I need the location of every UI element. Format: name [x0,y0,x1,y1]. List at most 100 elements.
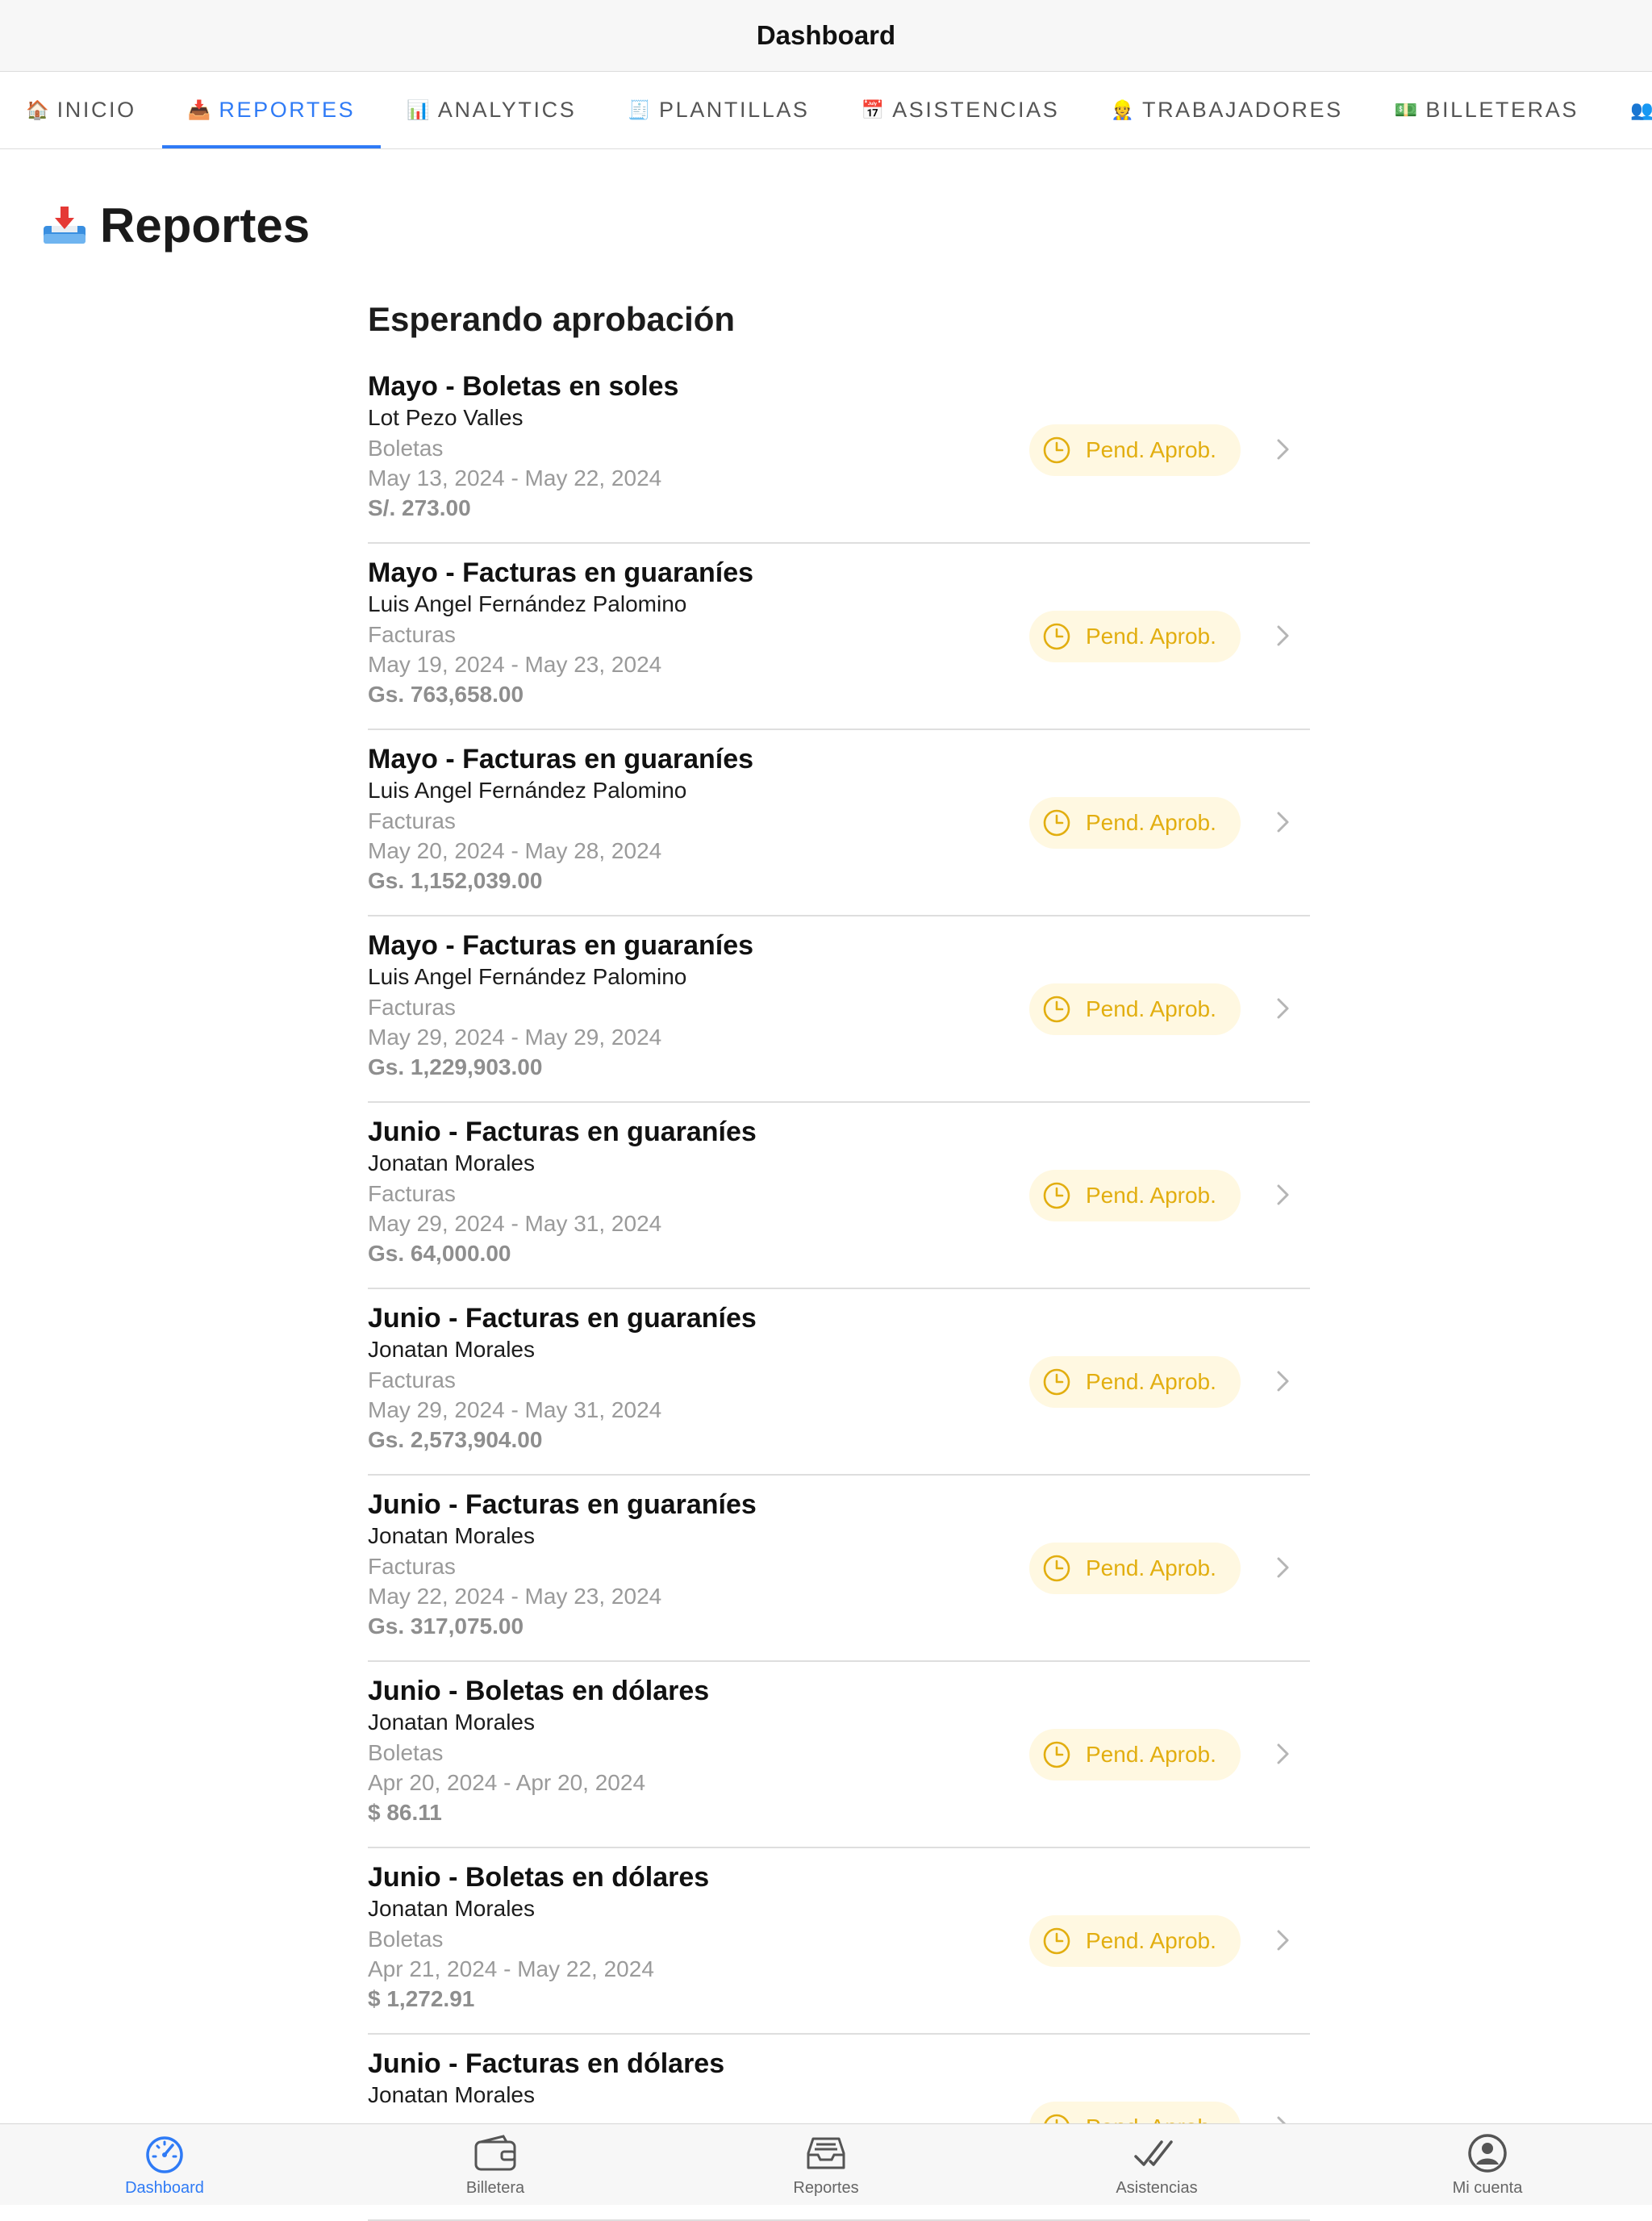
tab-asistencias[interactable]: 📅 ASISTENCIAS [836,72,1086,148]
double-check-icon [1134,2140,1173,2166]
report-row[interactable]: Mayo - Boletas en soles Lot Pezo Valles Bo… [368,357,1310,544]
status-badge-label: Pend. Aprob. [1086,1555,1216,1580]
top-tab-bar[interactable]: 🏠 INICIO 📥 REPORTES 📊 ANALYTICS 🧾 PLANTILLAS 📅 AS… [0,72,1652,149]
page-title: Reportes [40,198,310,253]
bottom-tab-label: Dashboard [125,2179,204,2197]
chevron-right-icon [1277,1743,1289,1764]
report-text: Junio - Facturas en guaraníes Jonatan Mor… [368,1302,757,1455]
bottom-tab-bar: Dashboard Billetera Reportes Asistencias Mi … [0,2123,1652,2205]
report-row[interactable]: Junio - Facturas en guaraníes Jonatan Mor… [368,1476,1310,1662]
report-text: Junio - Facturas en guaraníes Jonatan Mor… [368,1116,757,1269]
report-type: Facturas [368,1367,456,1392]
bottom-tab-label: Asistencias [1116,2179,1198,2197]
bottom-tab-label: Reportes [793,2179,859,2197]
report-row[interactable]: Junio - Facturas en guaraníes Jonatan Mor… [368,1289,1310,1476]
bottom-tab-billetera[interactable]: Billetera [407,2124,584,2205]
report-text: Junio - Boletas en dólares Jonatan Morale… [368,1861,709,2014]
report-amount: Gs. 1,152,039.00 [368,868,543,893]
tab-billeteras[interactable]: 💵 BILLETERAS [1369,72,1604,148]
wallet-icon [474,2135,516,2171]
report-amount: $ 1,272.91 [368,1986,475,2011]
report-type: Facturas [368,995,456,1020]
status-badge: Pend. Aprob. [1029,1356,1241,1408]
report-row[interactable]: Mayo - Facturas en guaraníes Luis Angel F… [368,544,1310,730]
report-text: Junio - Facturas en guaraníes Jonatan Mor… [368,1488,757,1642]
report-text: Mayo - Facturas en guaraníes Luis Angel F… [368,743,753,896]
status-badge: Pend. Aprob. [1029,1915,1241,1967]
clock-icon [1043,1182,1070,1209]
report-row[interactable]: Junio - Boletas en dólares Jonatan Morale… [368,1848,1310,2035]
tab-label: BILLETERAS [1425,98,1579,122]
bottom-tab-reportes[interactable]: Reportes [737,2124,915,2205]
report-row[interactable]: Junio - Boletas en dólares Jonatan Morale… [368,1662,1310,1848]
report-title: Mayo - Facturas en guaraníes [368,557,754,588]
report-type: Facturas [368,1554,456,1579]
status-badge: Pend. Aprob. [1029,611,1241,662]
report-dates: May 20, 2024 - May 28, 2024 [368,838,662,863]
tab-inicio[interactable]: 🏠 INICIO [0,72,162,148]
report-text: Mayo - Facturas en guaraníes Luis Angel F… [368,929,753,1083]
report-text: Mayo - Facturas en guaraníes Luis Angel F… [368,557,753,710]
report-dates: May 29, 2024 - May 31, 2024 [368,1397,662,1422]
report-title: Mayo - Facturas en guaraníes [368,930,754,961]
inbox-tray-icon [44,206,86,244]
report-person: Luis Angel Fernández Palomino [368,591,687,616]
section-title: Esperando aprobación [368,300,736,338]
status-badge: Pend. Aprob. [1029,797,1241,849]
report-dates: Apr 20, 2024 - Apr 20, 2024 [368,1770,646,1795]
report-amount: Gs. 64,000.00 [368,1241,511,1266]
report-row[interactable]: Mayo - Facturas en guaraníes Luis Angel F… [368,730,1310,916]
report-person: Jonatan Morales [368,1150,536,1175]
status-badge: Pend. Aprob. [1029,983,1241,1035]
tab-cu[interactable]: 👥CU [1604,72,1652,148]
tab-reportes[interactable]: 📥 REPORTES [161,72,382,148]
report-dates: May 22, 2024 - May 23, 2024 [368,1584,662,1609]
report-type: Boletas [368,1927,444,1952]
tray-icon [807,2137,845,2169]
clock-icon [1043,623,1070,650]
report-amount: $ 86.11 [368,1800,442,1825]
report-dates: May 13, 2024 - May 22, 2024 [368,465,662,491]
report-person: Jonatan Morales [368,2082,536,2107]
tab-trabajadores[interactable]: 👷 TRABAJADORES [1085,72,1368,148]
report-title: Junio - Facturas en guaraníes [368,1489,757,1520]
report-row[interactable]: Mayo - Facturas en guaraníes Luis Angel F… [368,916,1310,1103]
tab-label: ASISTENCIAS [892,98,1060,122]
status-badge: Pend. Aprob. [1029,1729,1241,1781]
status-badge-label: Pend. Aprob. [1086,1742,1216,1767]
report-row[interactable]: Junio - Facturas en guaraníes Jonatan Mor… [368,1103,1310,1289]
bottom-tab-mi-cuenta[interactable]: Mi cuenta [1399,2124,1576,2205]
report-dates: May 29, 2024 - May 29, 2024 [368,1025,662,1050]
report-amount: Gs. 1,229,903.00 [368,1054,543,1079]
bottom-tab-asistencias[interactable]: Asistencias [1068,2124,1245,2205]
chevron-right-icon [1277,1184,1289,1205]
clock-icon [1043,1555,1070,1582]
navigation-bar: Dashboard [0,0,1652,72]
bottom-tab-dashboard[interactable]: Dashboard [76,2124,253,2205]
chevron-right-icon [1277,812,1289,833]
report-person: Jonatan Morales [368,1710,536,1735]
chevron-right-icon [1277,439,1289,460]
chevron-right-icon [1277,1557,1289,1578]
tab-label: REPORTES [219,98,356,122]
bottom-tab-label: Mi cuenta [1452,2179,1523,2197]
report-amount: Gs. 763,658.00 [368,682,524,707]
report-type: Facturas [368,622,456,647]
report-type: Boletas [368,436,444,461]
report-person: Jonatan Morales [368,1337,536,1362]
tab-label: PLANTILLAS [658,98,810,122]
status-badge-label: Pend. Aprob. [1086,437,1216,462]
status-badge-label: Pend. Aprob. [1086,624,1216,649]
report-amount: Gs. 317,075.00 [368,1614,524,1639]
report-title: Junio - Facturas en dólares [368,2048,725,2079]
clock-icon [1043,1368,1070,1396]
report-title: Junio - Boletas en dólares [368,1862,710,1893]
clock-icon [1043,996,1070,1023]
report-type: Facturas [368,1181,456,1206]
tab-emoji-icon: 🧾 [628,100,651,121]
tab-plantillas[interactable]: 🧾 PLANTILLAS [602,72,835,148]
tab-analytics[interactable]: 📊 ANALYTICS [381,72,602,148]
chevron-right-icon [1277,998,1289,1019]
report-text: Junio - Facturas en dólares Jonatan Moral… [368,2048,724,2110]
tab-label: ANALYTICS [437,98,577,122]
